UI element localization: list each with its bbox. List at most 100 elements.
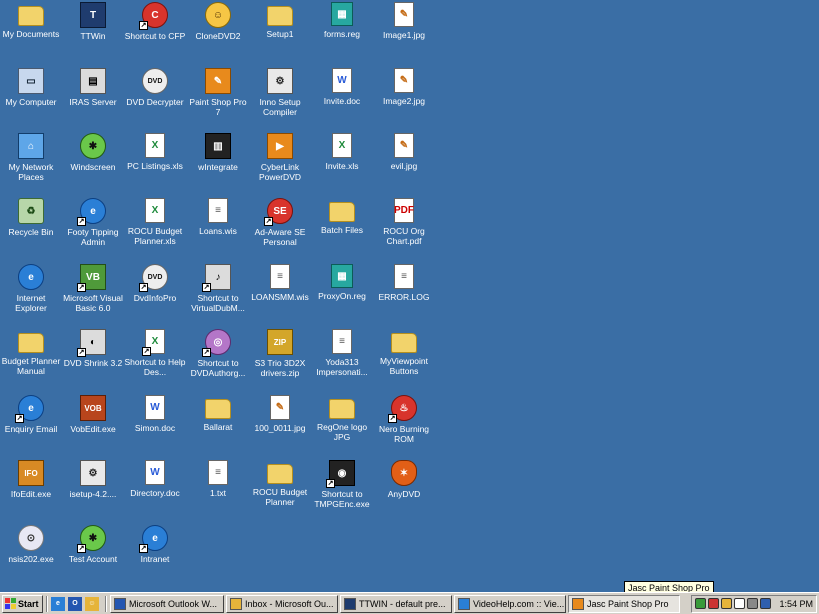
desktop-icon[interactable]: Setup1 xyxy=(249,0,311,64)
desktop-icon[interactable]: ≡ Loans.wis xyxy=(187,196,249,260)
desktop-icon-label: Microsoft Visual Basic 6.0 xyxy=(63,293,123,313)
desktop-icon[interactable]: ≡ LOANSMM.wis xyxy=(249,262,311,326)
desktop-icon-label: Setup1 xyxy=(266,29,294,39)
desktop-icon[interactable]: MyViewpoint Buttons xyxy=(373,327,435,391)
desktop-icon[interactable]: VOB VobEdit.exe xyxy=(62,393,124,457)
desktop-icon[interactable]: Batch Files xyxy=(311,196,373,260)
desktop-icon[interactable]: ✎ evil.jpg xyxy=(373,131,435,195)
desktop-icon[interactable]: W Directory.doc xyxy=(124,458,186,522)
paint-shop-pro-icon: ✎ xyxy=(205,68,231,94)
clock[interactable]: 1:54 PM xyxy=(779,599,813,609)
antivirus-tray-icon[interactable] xyxy=(708,598,720,609)
clonedvd-tray-icon[interactable] xyxy=(721,598,733,609)
taskbar-button[interactable]: TTWIN - default pre... xyxy=(340,594,452,613)
desktop-icon[interactable]: e ↗ Enquiry Email xyxy=(0,393,62,457)
desktop-icon[interactable]: Budget Planner Manual xyxy=(0,327,62,391)
desktop-icon-label: Batch Files xyxy=(320,225,364,235)
desktop-icon[interactable]: ▦ ProxyOn.reg xyxy=(311,262,373,326)
desktop-icon[interactable]: X ROCU Budget Planner.xls xyxy=(124,196,186,260)
desktop-icon[interactable]: ⚙ Inno Setup Compiler xyxy=(249,66,311,130)
desktop-icon[interactable]: DVD ↗ DvdInfoPro xyxy=(124,262,186,326)
desktop-icon[interactable]: ◎ ↗ Shortcut to DVDAuthorg... xyxy=(187,327,249,391)
desktop-icon[interactable]: ✎ Image2.jpg xyxy=(373,66,435,130)
desktop-icon[interactable]: ≡ Yoda313 Impersonati... xyxy=(311,327,373,391)
desktop-icon[interactable]: ✎ Paint Shop Pro 7 xyxy=(187,66,249,130)
desktop-icon[interactable]: ▤ IRAS Server xyxy=(62,66,124,130)
desktop-icon[interactable]: Ballarat xyxy=(187,393,249,457)
desktop-icon[interactable]: ⊙ nsis202.exe xyxy=(0,523,62,587)
desktop-icon[interactable]: ZIP S3 Trio 3D2X drivers.zip xyxy=(249,327,311,391)
shortcut-arrow-icon: ↗ xyxy=(202,283,211,292)
word-document-icon: W xyxy=(332,68,352,93)
desktop-icon[interactable]: DVD DVD Decrypter xyxy=(124,66,186,130)
outlook-icon[interactable]: O xyxy=(68,596,82,611)
desktop-icon[interactable]: ♨ ↗ Nero Burning ROM xyxy=(373,393,435,457)
desktop-icon-label: DVD Shrink 3.2 xyxy=(63,358,123,368)
desktop-icon[interactable]: IFO IfoEdit.exe xyxy=(0,458,62,522)
desktop-icon[interactable]: ▥ wIntegrate xyxy=(187,131,249,195)
shortcut-arrow-icon: ↗ xyxy=(142,347,151,356)
desktop-icon[interactable]: e ↗ Footy Tipping Admin xyxy=(62,196,124,260)
desktop-icon[interactable]: ✎ Image1.jpg xyxy=(373,0,435,64)
network-tray-icon[interactable] xyxy=(695,598,707,609)
desktop-icon[interactable]: ⌂ My Network Places xyxy=(0,131,62,195)
internet-explorer-icon[interactable]: e xyxy=(51,596,65,611)
desktop-icon[interactable]: X Invite.xls xyxy=(311,131,373,195)
desktop-icon[interactable]: ♪ ↗ Shortcut to VirtualDubM... xyxy=(187,262,249,326)
taskbar-button-label: VideoHelp.com :: Vie... xyxy=(473,598,565,609)
desktop-icon[interactable]: X PC Listings.xls xyxy=(124,131,186,195)
desktop-icon[interactable]: T TTWin xyxy=(62,0,124,64)
taskbar-button[interactable]: Microsoft Outlook W... xyxy=(110,594,224,613)
desktop-icon[interactable]: ✎ 100_0011.jpg xyxy=(249,393,311,457)
desktop-icon[interactable]: ⚙ isetup-4.2.... xyxy=(62,458,124,522)
desktop-icon[interactable]: ♻ Recycle Bin xyxy=(0,196,62,260)
desktop-icon-label: DvdInfoPro xyxy=(133,293,177,303)
desktop-icon[interactable]: ≡ 1.txt xyxy=(187,458,249,522)
my-computer-icon: ▭ xyxy=(18,68,44,94)
desktop-icon[interactable]: RegOne logo JPG xyxy=(311,393,373,457)
desktop-icon[interactable]: ✱ Windscreen xyxy=(62,131,124,195)
desktop-icon[interactable]: ◉ ↗ Shortcut to TMPGEnc.exe xyxy=(311,458,373,522)
desktop-icon[interactable]: ☺ CloneDVD2 xyxy=(187,0,249,64)
desktop-icon[interactable]: W Simon.doc xyxy=(124,393,186,457)
desktop-icon[interactable]: ROCU Budget Planner xyxy=(249,458,311,522)
desktop-icon-label: Image1.jpg xyxy=(382,30,426,40)
desktop-icon[interactable]: e Internet Explorer xyxy=(0,262,62,326)
desktop-icon[interactable]: ▦ forms.reg xyxy=(311,0,373,64)
excel-shortcut-icon: X ↗ xyxy=(142,329,165,356)
desktop-icon[interactable]: W Invite.doc xyxy=(311,66,373,130)
volume-tray-icon[interactable] xyxy=(747,598,759,609)
desktop[interactable]: My Documents T TTWin C ↗ Shortcut to CFP ☺ Clon… xyxy=(0,0,819,592)
intranet-icon: e ↗ xyxy=(139,525,168,553)
desktop-icon[interactable]: ▭ My Computer xyxy=(0,66,62,130)
taskbar-button[interactable]: Inbox - Microsoft Ou... xyxy=(226,594,338,613)
desktop-icon[interactable]: ▶ CyberLink PowerDVD xyxy=(249,131,311,195)
desktop-icon[interactable]: ≡ ERROR.LOG xyxy=(373,262,435,326)
image-file-icon: ✎ xyxy=(270,395,290,420)
desktop-icon[interactable]: VB ↗ Microsoft Visual Basic 6.0 xyxy=(62,262,124,326)
network-places-icon: ⌂ xyxy=(18,133,44,159)
desktop-icon-label: Directory.doc xyxy=(130,488,180,498)
desktop-icon[interactable]: My Documents xyxy=(0,0,62,64)
taskbar-separator xyxy=(105,595,107,612)
desktop-icon[interactable]: e ↗ Intranet xyxy=(124,523,186,587)
start-button[interactable]: Start xyxy=(2,594,43,613)
desktop-icon-label: Shortcut to DVDAuthorg... xyxy=(190,358,246,378)
outlook-icon xyxy=(114,597,126,610)
recycle-bin-icon: ♻ xyxy=(18,198,44,224)
taskbar-button[interactable]: Jasc Paint Shop Pro xyxy=(568,594,680,613)
excel-file-icon: X xyxy=(332,133,352,158)
taskbar-button[interactable]: VideoHelp.com :: Vie... xyxy=(454,594,566,613)
desktop-icon[interactable]: X ↗ Shortcut to Help Des... xyxy=(124,327,186,391)
desktop-icon-label: MyViewpoint Buttons xyxy=(379,356,429,376)
desktop-icon[interactable]: ✱ ↗ Test Account xyxy=(62,523,124,587)
desktop-icon[interactable]: C ↗ Shortcut to CFP xyxy=(124,0,186,64)
clonedvd-icon[interactable]: ☺ xyxy=(85,596,99,611)
desktop-icon[interactable]: ✶ AnyDVD xyxy=(373,458,435,522)
mail-tray-icon[interactable] xyxy=(760,598,772,609)
clock-tray-icon[interactable] xyxy=(734,598,746,609)
desktop-icon[interactable]: PDF ROCU Org Chart.pdf xyxy=(373,196,435,260)
desktop-icon[interactable]: ◐ ↗ DVD Shrink 3.2 xyxy=(62,327,124,391)
desktop-icon-label: ERROR.LOG xyxy=(378,292,430,302)
desktop-icon[interactable]: SE ↗ Ad-Aware SE Personal xyxy=(249,196,311,260)
